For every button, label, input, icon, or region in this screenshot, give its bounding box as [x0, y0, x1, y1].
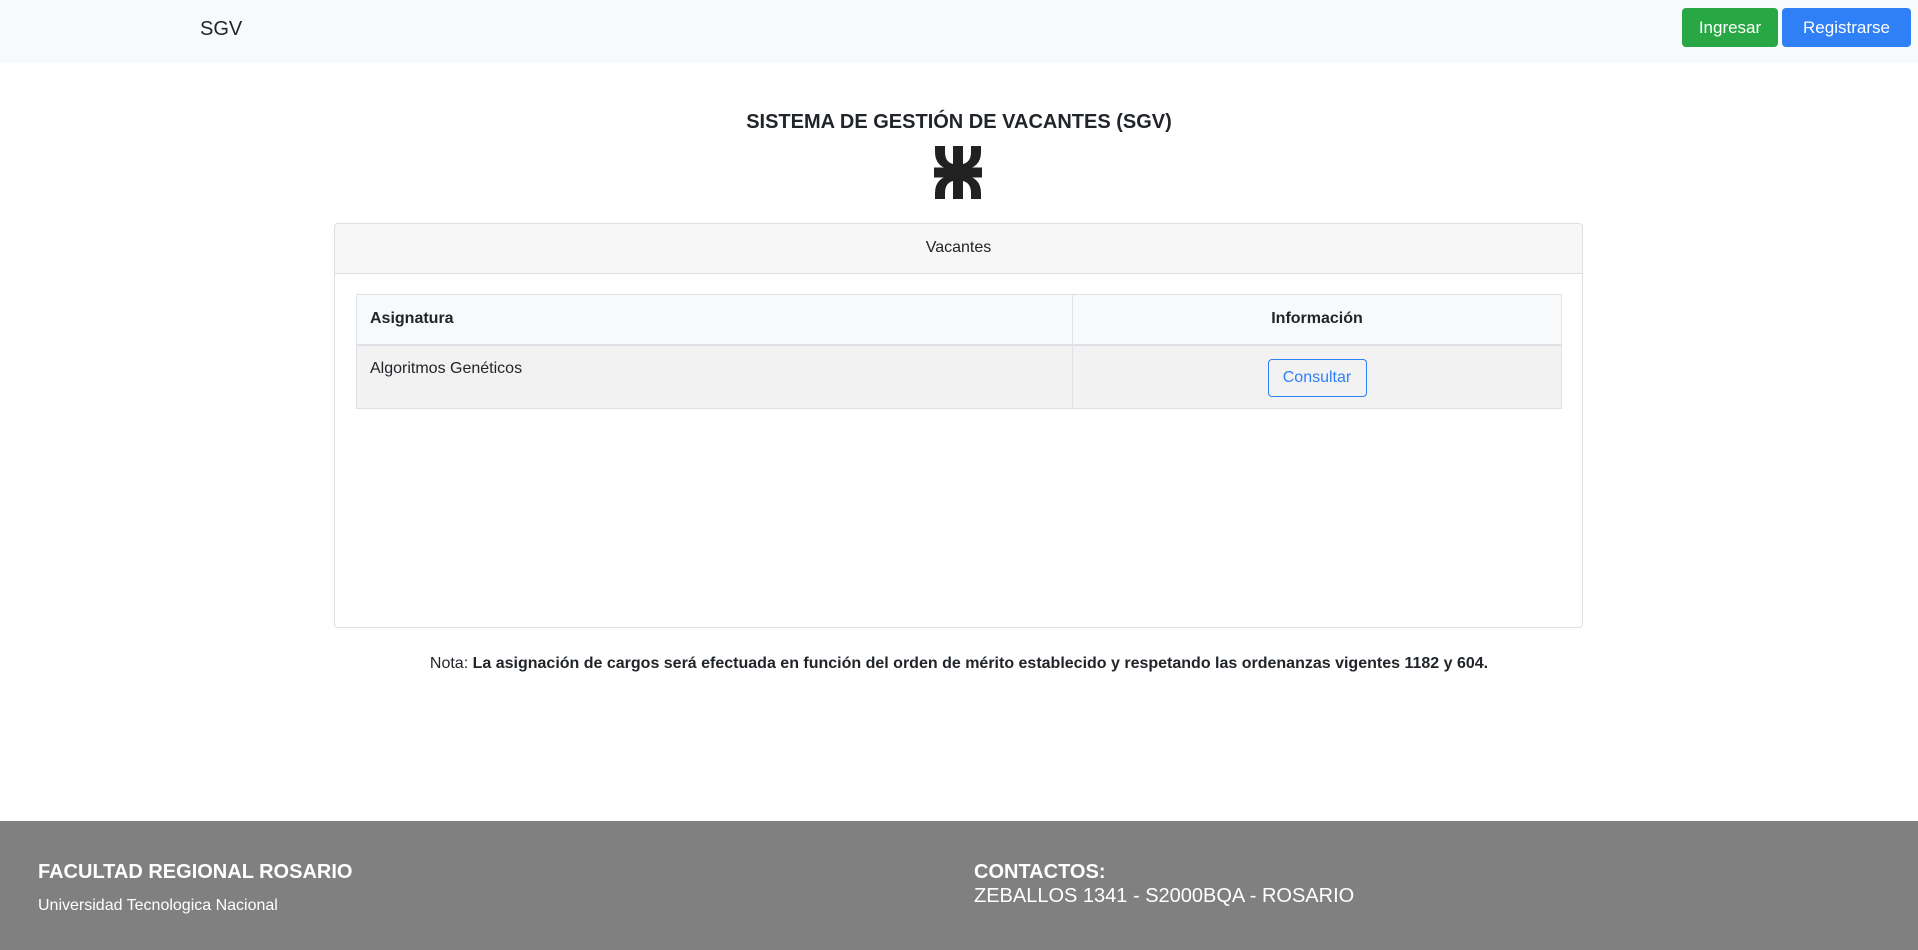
table-header-row: Asignatura Información: [356, 294, 1562, 346]
footer: FACULTAD REGIONAL ROSARIO Universidad Te…: [0, 821, 1918, 950]
table-row: Algoritmos Genéticos Consultar: [356, 344, 1562, 409]
footer-contact-title: CONTACTOS:: [974, 861, 1106, 883]
note-prefix: Nota:: [429, 655, 469, 672]
top-navbar: SGV Ingresar Registrarse: [0, 0, 1918, 63]
note-text: La asignación de cargos será efectuada e…: [472, 655, 1489, 672]
login-button[interactable]: Ingresar: [1682, 8, 1778, 47]
consultar-button[interactable]: Consultar: [1267, 358, 1367, 397]
brand-link[interactable]: SGV: [200, 18, 242, 41]
vacantes-card: Vacantes Asignatura Información Algoritm…: [334, 223, 1583, 628]
note: Nota: La asignación de cargos será efect…: [0, 655, 1918, 673]
vacantes-table: Asignatura Información Algoritmos Genéti…: [356, 294, 1562, 409]
register-button[interactable]: Registrarse: [1782, 8, 1911, 47]
card-header: Vacantes: [335, 224, 1582, 274]
footer-subtitle: Universidad Tecnologica Nacional: [38, 897, 278, 914]
page-title: SISTEMA DE GESTIÓN DE VACANTES (SGV): [746, 111, 1172, 133]
utn-logo-icon: [934, 146, 982, 199]
footer-title: FACULTAD REGIONAL ROSARIO: [38, 861, 353, 883]
informacion-cell: Consultar: [1072, 344, 1562, 409]
column-header-asignatura: Asignatura: [356, 294, 1073, 346]
asignatura-cell: Algoritmos Genéticos: [356, 344, 1073, 409]
column-header-informacion: Información: [1072, 294, 1562, 346]
footer-contact-address: ZEBALLOS 1341 - S2000BQA - ROSARIO: [974, 885, 1355, 907]
